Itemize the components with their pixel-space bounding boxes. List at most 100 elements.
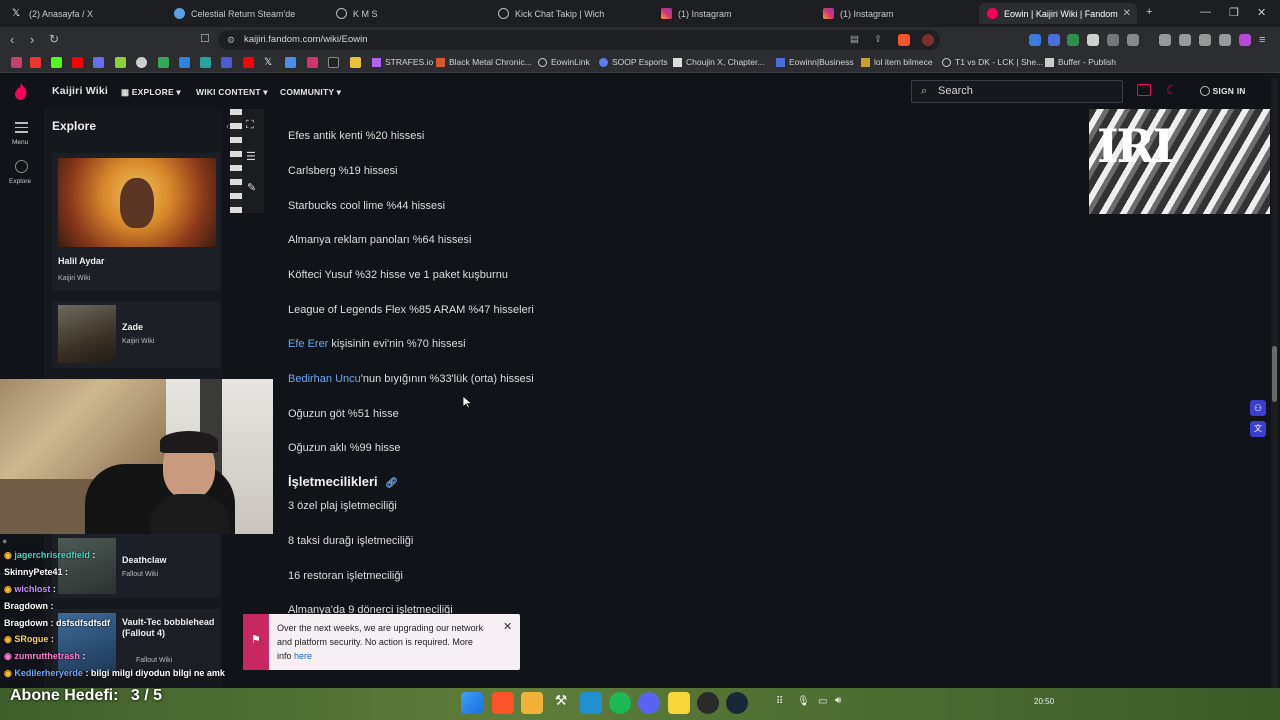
network-icon[interactable]: ▭ [818,696,827,707]
vpn-icon[interactable] [1219,34,1231,46]
wiki-brand[interactable]: Kaijiri Wiki [52,85,108,97]
new-tab-icon[interactable]: + [1146,6,1152,18]
bookmark-item[interactable]: SOOP Esports [599,57,668,67]
bookmark-item[interactable]: Black Metal Chronic... [436,57,532,67]
brave-icon[interactable] [492,692,514,714]
volume-icon[interactable]: 🔊︎ [835,695,841,706]
moon-icon[interactable]: ☾ [1166,83,1177,97]
bookmark-favicon-icon[interactable] [11,57,22,68]
bookmark-favicon-icon[interactable] [350,57,361,68]
microphone-icon[interactable]: 🎙︎ [797,696,810,707]
folder-icon[interactable] [521,692,543,714]
browser-tab[interactable]: Celestial Return Steam'de [166,3,326,24]
bookmark-favicon-icon[interactable] [179,57,190,68]
bookmark-item[interactable]: STRAFES.io [372,57,433,67]
menu-button[interactable] [15,122,28,133]
bookmark-favicon-icon[interactable] [200,57,211,68]
browser-tab[interactable]: 𝕏 (2) Anasayfa / X [4,3,164,24]
puzzle-icon[interactable] [1107,34,1119,46]
minimize-icon[interactable]: — [1200,6,1211,18]
extension-icon[interactable] [1067,34,1079,46]
browser-tab[interactable]: K M S [328,3,488,24]
translate-icon[interactable]: 文 [1250,421,1266,437]
toc-icon[interactable]: ☰ [246,150,256,163]
search-input[interactable]: ⌕ Search [911,80,1123,103]
bookmark-favicon-icon[interactable] [158,57,169,68]
app-icon[interactable] [580,692,602,714]
leo-icon[interactable] [1199,34,1211,46]
pickaxe-icon[interactable]: ⚒ [550,692,572,714]
bookmark-favicon-icon[interactable] [115,57,126,68]
close-icon[interactable]: ✕ [503,620,512,633]
window-close-icon[interactable]: ✕ [1257,6,1266,19]
instagram-icon[interactable] [307,57,318,68]
bookmark-item[interactable]: Buffer - Publish [1045,57,1116,67]
bookmark-item[interactable]: lol item bilmece [861,57,933,67]
kick-icon[interactable] [51,57,62,68]
wallet-icon[interactable] [1179,34,1191,46]
bookmark-favicon-icon[interactable] [30,57,41,68]
extension-icon[interactable] [1029,34,1041,46]
steam-icon[interactable] [726,692,748,714]
rewards-icon[interactable] [922,34,934,46]
compass-icon[interactable] [15,160,28,173]
maximize-icon[interactable]: ❐ [1229,6,1239,19]
sign-in-button[interactable]: SIGN IN [1200,86,1246,96]
reload-icon[interactable]: ↻ [49,32,59,46]
nav-explore[interactable]: ▦ EXPLORE ▾ [121,87,181,98]
bookmark-item[interactable]: T1 vs DK - LCK | She... [942,57,1043,67]
bookmark-favicon-icon[interactable] [285,57,296,68]
collapse-chevron-icon[interactable]: ‹ [226,121,229,132]
bookmark-favicon-icon[interactable] [328,57,339,68]
clock-time[interactable]: 20:50 [1034,697,1054,706]
extension-icon[interactable] [1127,34,1139,46]
spotify-icon[interactable] [609,692,631,714]
url-bar[interactable]: ⚙ kaijiri.fandom.com/wiki/Eowin ▤ ⇪ [218,30,940,50]
discussion-icon[interactable] [1137,84,1151,96]
fandom-flame-icon[interactable] [14,83,28,100]
nav-community[interactable]: COMMUNITY ▾ [280,87,341,98]
extension-icon[interactable] [1048,34,1060,46]
youtube-icon[interactable] [72,57,83,68]
share-icon[interactable]: ⇪ [874,30,882,50]
person-link[interactable]: Bedirhan Uncu [288,373,361,385]
forward-icon[interactable]: › [30,32,34,47]
menu-icon[interactable]: ≡ [1259,34,1271,46]
back-icon[interactable]: ‹ [10,32,14,47]
sidebar-icon[interactable] [1159,34,1171,46]
browser-tab[interactable]: Kick Chat Takip | Wich [490,3,650,24]
fullscreen-icon[interactable]: ⛶ [246,119,254,132]
nav-wiki-content[interactable]: WIKI CONTENT ▾ [196,87,268,98]
profile-icon[interactable] [1239,34,1251,46]
bookmark-icon[interactable]: ☐ [200,32,210,45]
bookmark-item[interactable]: EowinLink [538,57,590,67]
page-scrollbar[interactable] [1271,78,1278,688]
windows-start-icon[interactable] [461,692,483,714]
edit-icon[interactable]: ✎ [247,181,256,194]
extension-icon[interactable] [1087,34,1099,46]
browser-tab[interactable]: (1) Instagram [815,3,975,24]
explore-card[interactable]: Zade Kaijiri Wiki [52,302,220,368]
youtube-icon[interactable] [243,57,254,68]
link-icon[interactable]: 🔗︎ [385,478,398,489]
explore-card[interactable]: Halil Aydar Kaijiri Wiki [52,153,220,291]
banner-link[interactable]: here [294,651,312,661]
tray-icon[interactable]: ⠿ [776,696,783,707]
bookmark-favicon-icon[interactable] [221,57,232,68]
x-logo-icon[interactable]: 𝕏 [264,57,275,68]
browser-tab-active[interactable]: Eowin | Kaijiri Wiki | Fandom ✕ [979,3,1137,24]
discord-icon[interactable] [638,692,660,714]
browser-tab[interactable]: (1) Instagram [653,3,813,24]
reader-icon[interactable]: ▤ [850,30,859,50]
explore-card[interactable]: Deathclaw Fallout Wiki [52,534,220,598]
bookmark-favicon-icon[interactable] [136,57,147,68]
brave-shield-icon[interactable] [898,34,910,46]
close-icon[interactable]: ✕ [1123,8,1131,19]
bookmark-item[interactable]: Eowinn|Business [776,57,854,67]
chat-widget-icon[interactable]: ⚇ [1250,400,1266,416]
bookmark-item[interactable]: Choujin X, Chapter... [673,57,764,67]
obs-icon[interactable] [697,692,719,714]
sticky-notes-icon[interactable] [668,692,690,714]
scrollbar-thumb[interactable] [1272,346,1277,402]
person-link[interactable]: Efe Erer [288,338,328,350]
